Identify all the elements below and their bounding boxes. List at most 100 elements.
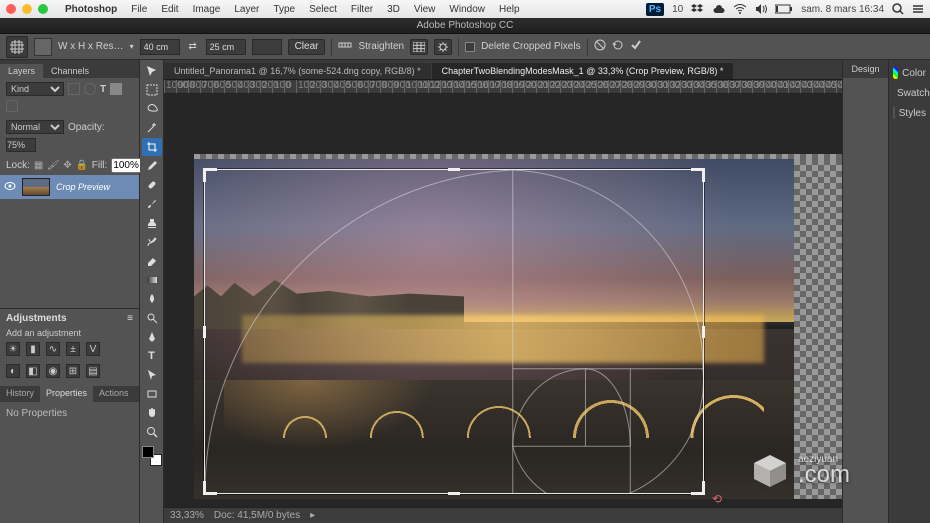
- adj-exposure-icon[interactable]: ±: [66, 342, 80, 356]
- tool-wand[interactable]: [142, 119, 162, 137]
- tool-path-select[interactable]: [142, 366, 162, 384]
- commit-crop-icon[interactable]: [630, 39, 642, 54]
- crop-height-input[interactable]: [206, 39, 246, 55]
- wifi-icon[interactable]: [733, 4, 747, 14]
- panel-color[interactable]: Color: [889, 64, 930, 82]
- tab-channels[interactable]: Channels: [43, 64, 97, 78]
- file-menu[interactable]: File: [124, 4, 154, 15]
- notifications-icon[interactable]: [912, 4, 924, 14]
- tool-lasso[interactable]: [142, 100, 162, 118]
- clear-button[interactable]: Clear: [288, 39, 326, 55]
- layer-filter-kind[interactable]: Kind: [6, 82, 64, 96]
- tool-gradient[interactable]: [142, 271, 162, 289]
- crop-resolution-input[interactable]: [252, 39, 282, 55]
- tool-eraser[interactable]: [142, 252, 162, 270]
- view-menu[interactable]: View: [407, 4, 443, 15]
- tool-crop[interactable]: [142, 138, 162, 156]
- tab-properties[interactable]: Properties: [40, 386, 93, 402]
- filter-smart-icon[interactable]: [6, 100, 18, 112]
- adj-levels-icon[interactable]: ▮: [26, 342, 40, 356]
- swap-dimensions-icon[interactable]: ⇄: [186, 40, 200, 54]
- delete-cropped-checkbox[interactable]: [465, 42, 475, 52]
- edit-menu[interactable]: Edit: [154, 4, 185, 15]
- app-menu[interactable]: Photoshop: [58, 4, 124, 15]
- tool-hand[interactable]: [142, 404, 162, 422]
- doc-size-text[interactable]: Doc: 41,5M/0 bytes: [214, 510, 300, 521]
- tool-pen[interactable]: [142, 328, 162, 346]
- canvas-stage[interactable]: ⟲: [164, 94, 842, 507]
- foreground-background-swatch[interactable]: [142, 446, 162, 466]
- tool-healing[interactable]: [142, 176, 162, 194]
- zoom-level[interactable]: 33,33%: [170, 510, 204, 521]
- adj-curves-icon[interactable]: ∿: [46, 342, 60, 356]
- lock-position-icon[interactable]: ✥: [63, 160, 71, 172]
- tool-move[interactable]: [142, 62, 162, 80]
- right-tab-design[interactable]: Design: [843, 60, 888, 78]
- tool-rectangle[interactable]: [142, 385, 162, 403]
- filter-adjust-icon[interactable]: [84, 83, 96, 95]
- tool-zoom[interactable]: [142, 423, 162, 441]
- tab-history[interactable]: History: [0, 386, 40, 402]
- adj-vibrance-icon[interactable]: V: [86, 342, 100, 356]
- current-tool-icon[interactable]: [6, 36, 28, 58]
- adj-hue-icon[interactable]: ◐: [6, 364, 20, 378]
- filter-image-icon[interactable]: [68, 83, 80, 95]
- window-menu[interactable]: Window: [442, 4, 492, 15]
- tool-type[interactable]: T: [142, 347, 162, 365]
- crop-width-input[interactable]: [140, 39, 180, 55]
- crop-options-gear-icon[interactable]: [434, 39, 452, 55]
- cancel-crop-icon[interactable]: [594, 39, 606, 54]
- layer-row-crop-preview[interactable]: Crop Preview: [0, 175, 139, 199]
- reset-crop-icon[interactable]: [612, 39, 624, 54]
- tab-layers[interactable]: Layers: [0, 64, 43, 78]
- opacity-input[interactable]: [6, 138, 36, 152]
- crop-preset-dropdown[interactable]: [34, 38, 52, 56]
- filter-menu[interactable]: Filter: [344, 4, 380, 15]
- minimize-window-icon[interactable]: [22, 4, 32, 14]
- tool-blur[interactable]: [142, 290, 162, 308]
- lock-transparent-icon[interactable]: ▦: [34, 160, 43, 172]
- horizontal-ruler[interactable]: 1000900800700600500400300200100010020030…: [164, 80, 842, 94]
- image-menu[interactable]: Image: [186, 4, 228, 15]
- battery-icon[interactable]: [775, 4, 793, 14]
- zoom-window-icon[interactable]: [38, 4, 48, 14]
- straighten-icon[interactable]: [338, 39, 352, 54]
- type-menu[interactable]: Type: [266, 4, 302, 15]
- tool-stamp[interactable]: [142, 214, 162, 232]
- layer-name-label[interactable]: Crop Preview: [56, 182, 110, 192]
- window-traffic-lights[interactable]: [6, 4, 48, 14]
- clock-text[interactable]: sam. 8 mars 16:34: [801, 4, 884, 15]
- panel-swatches[interactable]: Swatch…: [889, 84, 930, 102]
- rotate-indicator-icon[interactable]: ⟲: [712, 492, 722, 506]
- panel-menu-icon[interactable]: ≡: [127, 313, 133, 324]
- document-tab-2[interactable]: ChapterTwoBlendingModesMask_1 @ 33,3% (C…: [432, 63, 734, 79]
- adj-photo-filter-icon[interactable]: ◉: [46, 364, 60, 378]
- tab-actions[interactable]: Actions: [93, 386, 135, 402]
- select-menu[interactable]: Select: [302, 4, 344, 15]
- tool-eyedropper[interactable]: [142, 157, 162, 175]
- lock-pixels-icon[interactable]: 🖌: [47, 160, 59, 172]
- adj-brightness-icon[interactable]: ☀: [6, 342, 20, 356]
- panel-styles[interactable]: Styles: [889, 104, 930, 122]
- tool-brush[interactable]: [142, 195, 162, 213]
- layer-thumbnail[interactable]: [22, 178, 50, 196]
- lock-all-icon[interactable]: 🔒: [76, 160, 88, 172]
- adj-color-lookup-icon[interactable]: ▤: [86, 364, 100, 378]
- adj-bw-icon[interactable]: ◧: [26, 364, 40, 378]
- layer-menu[interactable]: Layer: [227, 4, 266, 15]
- adj-channel-mixer-icon[interactable]: ⊞: [66, 364, 80, 378]
- 3d-menu[interactable]: 3D: [380, 4, 407, 15]
- chevron-down-icon[interactable]: ▾: [130, 42, 134, 51]
- dropbox-icon[interactable]: [691, 3, 703, 15]
- blend-mode-select[interactable]: Normal: [6, 120, 64, 134]
- filter-type-icon[interactable]: T: [100, 84, 106, 95]
- visibility-eye-icon[interactable]: [4, 181, 16, 193]
- document-tab-1[interactable]: Untitled_Panorama1 @ 16,7% (some-524.dng…: [164, 63, 431, 79]
- crop-boundary[interactable]: [204, 169, 704, 494]
- tool-dodge[interactable]: [142, 309, 162, 327]
- close-window-icon[interactable]: [6, 4, 16, 14]
- spotlight-icon[interactable]: [892, 3, 904, 15]
- help-menu[interactable]: Help: [492, 4, 527, 15]
- filter-shape-icon[interactable]: [110, 83, 122, 95]
- tool-history-brush[interactable]: [142, 233, 162, 251]
